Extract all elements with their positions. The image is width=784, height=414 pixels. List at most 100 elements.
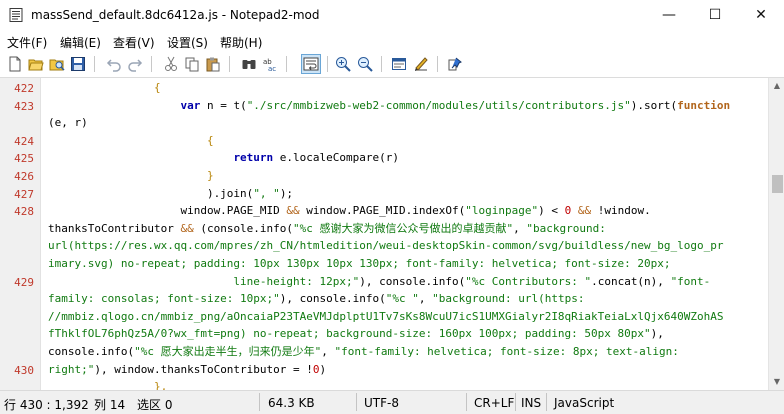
customize-schemes-button[interactable] [411,54,431,74]
code-token: ", " [253,186,280,200]
code-token: .concat(n), [591,274,671,288]
code-token: family: consolas; font-size: 10px;" [48,292,280,306]
redo-button[interactable] [125,54,145,74]
schemes-button[interactable] [389,54,409,74]
scroll-up-arrow-icon[interactable]: ▲ [769,78,784,94]
code-token: "loginpage" [465,204,539,218]
code-token: ), [650,327,664,341]
menu-edit[interactable]: 编辑(E) [60,34,101,51]
word-wrap-button[interactable] [301,54,321,74]
close-button[interactable]: ✕ [738,0,784,31]
code-token: imary.svg) no-repeat; padding: 10px 130p… [48,257,671,270]
line-number: 427 [14,187,34,201]
zoom-out-icon [358,57,373,72]
code-line: window.PAGE_MID && window.PAGE_MID.index… [48,202,768,220]
new-file-button[interactable] [5,54,25,74]
code-token: } [48,169,214,182]
find-button[interactable] [239,54,259,74]
status-column: 列 14 [94,398,126,412]
maximize-button[interactable]: ☐ [692,0,738,31]
code-line: line-height: 12px;"), console.info("%c C… [48,273,768,291]
toolbar-separator [327,56,328,72]
code-token: ) [319,362,327,376]
code-token: { [48,133,214,147]
redo-icon [128,59,143,72]
scrollbar-thumb[interactable] [772,175,783,193]
code-token: line-height: 12px;" [48,274,360,288]
svg-text:ac: ac [268,65,276,72]
undo-button[interactable] [104,54,124,74]
replace-button[interactable]: ab ac [260,54,280,74]
code-token: && [180,221,194,235]
code-token: console.info( [48,345,135,358]
code-token: && [286,204,300,218]
zoom-in-button[interactable] [333,54,353,74]
status-encoding[interactable]: UTF-8 [364,396,399,410]
code-token: var [180,98,201,112]
code-token: ), window.thanksToContributor = ! [94,362,313,376]
code-token: }, [48,380,168,390]
menu-view[interactable]: 查看(V) [113,34,155,51]
code-line: var n = t("./src/mmbizweb-web2-common/mo… [48,97,768,115]
close-icon: ✕ [755,7,767,23]
menu-settings[interactable]: 设置(S) [167,34,208,51]
status-file-size: 64.3 KB [268,396,315,410]
code-line: console.info("%c 愿大家出走半生，归来仍是少年", "font-… [48,343,768,361]
code-line: return e.localeCompare(r) [48,149,768,167]
always-on-top-button[interactable] [445,54,465,74]
status-lexer[interactable]: JavaScript [554,396,614,410]
line-number: 429 [14,275,34,289]
line-number: 426 [14,170,34,183]
open-icon [28,59,44,71]
code-line: url(https://res.wx.qq.com/mpres/zh_CN/ht… [48,237,768,255]
scroll-down-arrow-icon[interactable]: ▼ [769,374,784,390]
minimize-button[interactable]: — [646,0,692,31]
status-separator [515,393,516,411]
line-number: 423 [14,99,34,113]
vertical-scrollbar[interactable]: ▲ ▼ [768,78,784,390]
code-line: family: consolas; font-size: 10px;"), co… [48,290,768,308]
code-token: n = t( [200,98,247,112]
code-line: { [48,79,768,97]
status-line-endings[interactable]: CR+LF [474,396,514,410]
paste-button[interactable] [203,54,223,74]
status-insert-mode[interactable]: INS [521,396,541,410]
minimize-icon: — [662,7,676,23]
cut-button[interactable] [161,54,181,74]
code-editor[interactable]: 422 423 424 425 426 427 428 429 430 { var n = t(… [0,78,768,390]
browse-button[interactable] [47,54,67,74]
status-position: 行 430 : 1,392 [4,398,89,412]
toolbar-separator [151,56,152,72]
cut-icon [165,56,177,71]
status-separator [546,393,547,411]
line-number: 422 [14,82,34,95]
zoom-out-button[interactable] [355,54,375,74]
code-token: && [577,204,592,218]
open-button[interactable] [26,54,46,74]
code-token: "background: [526,221,606,235]
code-token: ) < [538,204,565,218]
menu-help[interactable]: 帮助(H) [220,34,262,51]
word-wrap-icon [303,57,319,71]
code-token: "font-family: helvetica; font-size: 8px;… [334,345,679,358]
replace-icon: abac [263,58,276,72]
code-token: , [418,292,433,306]
find-icon [242,60,256,69]
line-number: 428 [14,205,34,219]
code-line: right;"), window.thanksToContributor = !… [48,361,768,379]
code-token: "./src/mmbizweb-web2-common/modules/util… [246,98,631,112]
always-on-top-icon [448,57,462,71]
code-token: return [233,151,274,165]
code-token: 0 [312,362,320,376]
code-text-area[interactable]: { var n = t("./src/mmbizweb-web2-common/… [48,78,768,390]
code-token: window.PAGE_MID [48,204,287,218]
code-token: "%c " [385,292,419,306]
code-token: ).join( [48,186,254,200]
code-line: thanksToContributor && (console.info("%c… [48,220,768,238]
menu-file[interactable]: 文件(F) [7,34,47,51]
customize-schemes-icon [415,57,428,71]
copy-button[interactable] [182,54,202,74]
save-button[interactable] [68,54,88,74]
